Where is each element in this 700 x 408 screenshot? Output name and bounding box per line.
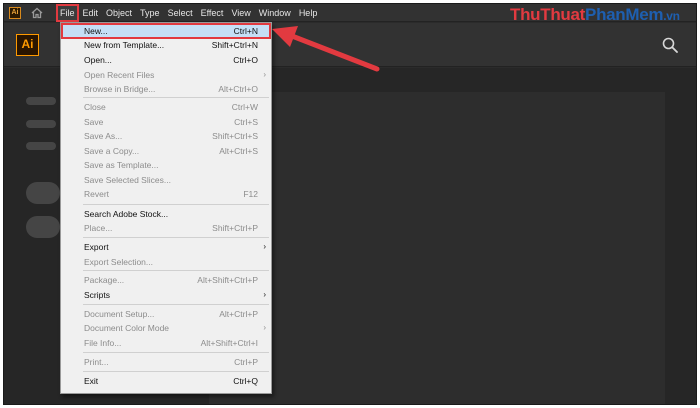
file-menu-item-new-from-template[interactable]: New from Template... Shift+Ctrl+N [62,38,270,52]
illustrator-window: Ai File Edit Object Type Select Effect View Win… [3,3,697,405]
file-menu-item-place[interactable]: Place... Shift+Ctrl+P [62,221,270,235]
menu-items: File Edit Object Type Select Effect View Window… [56,4,321,22]
illustrator-logo: Ai [16,34,39,56]
menu-item-label: Open... [84,55,112,65]
menu-item-label: Print... [84,357,109,367]
menu-item-label: Save a Copy... [84,146,140,156]
menu-item-label: Package... [84,275,125,285]
menu-item-shortcut: Alt+Shift+Ctrl+P [197,275,258,285]
file-menu-item-open-recent-files[interactable]: Open Recent Files › [62,68,270,82]
watermark-text-1: ThuThuat [510,5,586,24]
menu-item-shortcut: Alt+Ctrl+P [219,309,258,319]
recent-files-panel [209,92,665,404]
search-icon[interactable] [662,37,678,53]
menu-item-shortcut: Ctrl+P [234,357,258,367]
menu-edit[interactable]: Edit [79,4,103,22]
watermark-text-2: PhanMem [585,5,664,24]
home-icon[interactable] [31,7,43,19]
placeholder-bar [26,120,56,128]
file-menu-item-save-as-template[interactable]: Save as Template... [62,158,270,172]
menu-item-label: Browse in Bridge... [84,84,156,94]
menu-item-shortcut: Alt+Shift+Ctrl+I [200,338,258,348]
file-menu-item-package[interactable]: Package... Alt+Shift+Ctrl+P [62,273,270,287]
file-menu-item-revert[interactable]: Revert F12 [62,187,270,201]
file-menu-item-new[interactable]: New... Ctrl+N [61,23,271,39]
file-menu-item-browse-in-bridge[interactable]: Browse in Bridge... Alt+Ctrl+O [62,82,270,96]
menu-separator [83,352,269,353]
menu-item-shortcut: Ctrl+W [231,102,258,112]
menu-separator [83,371,269,372]
menu-item-label: Document Color Mode [84,323,170,333]
menu-item-label: Search Adobe Stock... [84,209,169,219]
submenu-arrow-icon: › [263,242,266,251]
menu-item-shortcut: F12 [243,189,258,199]
file-menu-item-export[interactable]: Export › [62,240,270,254]
menu-type[interactable]: Type [136,4,164,22]
menu-item-label: Scripts [84,290,110,300]
menu-item-label: Save [84,117,104,127]
menu-item-label: New... [84,26,108,36]
file-menu-item-close[interactable]: Close Ctrl+W [62,100,270,114]
file-menu-item-save[interactable]: Save Ctrl+S [62,115,270,129]
menu-item-shortcut: Alt+Ctrl+O [218,84,258,94]
menu-separator [83,270,269,271]
file-menu-item-save-a-copy[interactable]: Save a Copy... Alt+Ctrl+S [62,144,270,158]
menu-item-shortcut: Ctrl+Q [233,376,258,386]
menu-help[interactable]: Help [295,4,322,22]
file-menu-item-search-adobe-stock[interactable]: Search Adobe Stock... [62,207,270,221]
placeholder-bar [26,142,56,150]
menu-select[interactable]: Select [164,4,197,22]
submenu-arrow-icon: › [263,290,266,299]
file-menu-item-save-as[interactable]: Save As... Shift+Ctrl+S [62,129,270,143]
menu-item-label: Document Setup... [84,309,155,319]
file-menu-item-file-info[interactable]: File Info... Alt+Shift+Ctrl+I [62,336,270,350]
menu-item-label: Close [84,102,106,112]
menu-item-shortcut: Shift+Ctrl+N [211,40,258,50]
placeholder-button [26,216,60,238]
app-icon[interactable]: Ai [9,7,21,19]
watermark-logo: ThuThuatPhanMem.vn [510,5,680,25]
menu-object[interactable]: Object [102,4,136,22]
placeholder-button [26,182,60,204]
menu-item-label: Export Selection... [84,257,153,267]
menu-item-shortcut: Ctrl+S [234,117,258,127]
file-menu-item-save-selected-slices[interactable]: Save Selected Slices... [62,173,270,187]
submenu-arrow-icon: › [263,70,266,79]
menu-item-label: New from Template... [84,40,165,50]
file-menu-item-export-selection[interactable]: Export Selection... [62,255,270,269]
watermark-text-3: .vn [663,9,680,23]
file-menu-item-print[interactable]: Print... Ctrl+P [62,355,270,369]
menu-item-label: Save Selected Slices... [84,175,171,185]
menu-item-label: Exit [84,376,99,386]
menu-item-label: Export [84,242,109,252]
placeholder-bar [26,97,56,105]
file-menu-item-exit[interactable]: Exit Ctrl+Q [62,374,270,388]
menu-file[interactable]: File [56,4,79,22]
menu-separator [83,304,269,305]
submenu-arrow-icon: › [263,323,266,332]
menu-item-shortcut: Ctrl+O [233,55,258,65]
menu-item-shortcut: Shift+Ctrl+P [212,223,258,233]
menu-window[interactable]: Window [255,4,295,22]
menu-separator [83,97,269,98]
file-menu-dropdown: New... Ctrl+N New from Template... Shift+Ct… [60,22,272,394]
menu-item-label: Save as Template... [84,160,159,170]
menu-item-label: Save As... [84,131,123,141]
menu-view[interactable]: View [227,4,254,22]
menu-item-shortcut: Shift+Ctrl+S [212,131,258,141]
menu-item-shortcut: Ctrl+N [233,26,258,36]
file-menu-item-scripts[interactable]: Scripts › [62,288,270,302]
menu-effect[interactable]: Effect [197,4,228,22]
menu-separator [83,204,269,205]
file-menu-item-open[interactable]: Open... Ctrl+O [62,53,270,67]
file-menu-item-document-setup[interactable]: Document Setup... Alt+Ctrl+P [62,307,270,321]
menu-item-label: Open Recent Files [84,70,155,80]
menu-item-label: Place... [84,223,113,233]
menu-item-label: Revert [84,189,110,199]
menu-separator [83,237,269,238]
menu-item-label: File Info... [84,338,122,348]
menu-item-shortcut: Alt+Ctrl+S [219,146,258,156]
file-menu-item-document-color-mode[interactable]: Document Color Mode › [62,321,270,335]
